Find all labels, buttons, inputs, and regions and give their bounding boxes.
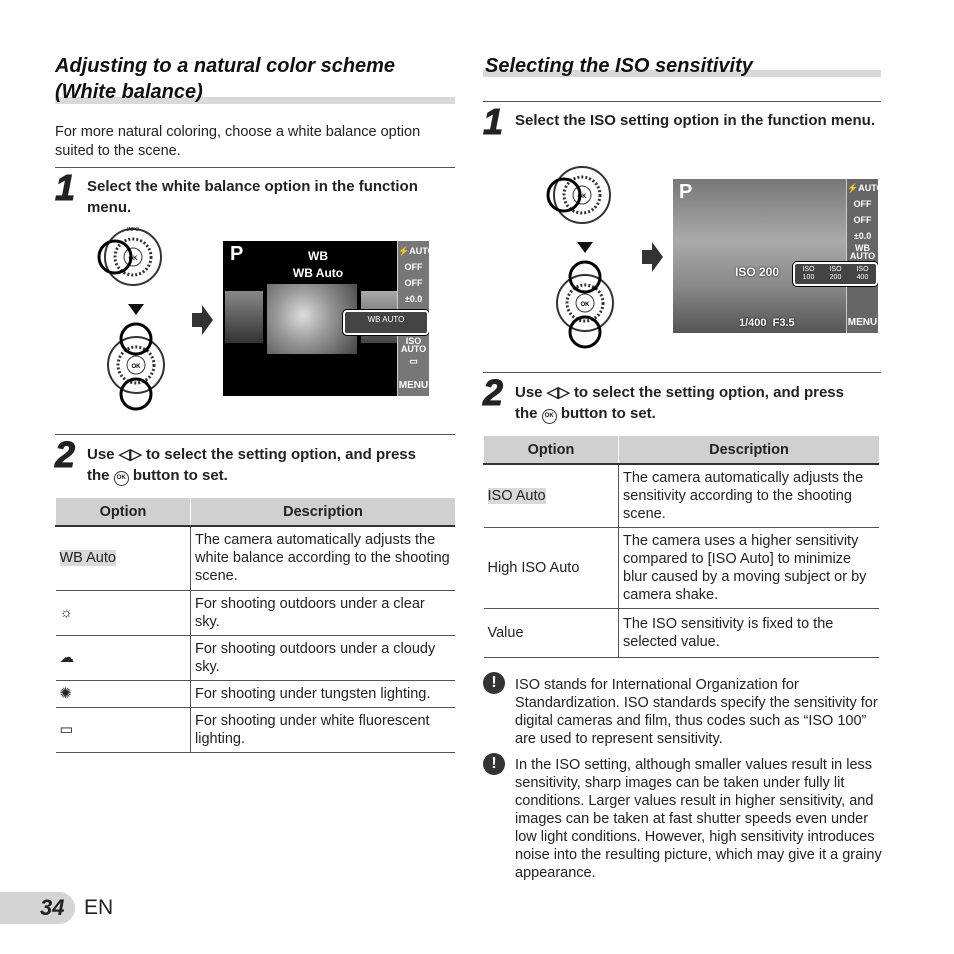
mode-indicator: P — [230, 243, 244, 265]
cloud-icon: ☁ — [55, 635, 191, 681]
step-number: 2 — [54, 434, 76, 475]
svg-text:OK: OK — [581, 302, 591, 308]
note-text: ISO stands for International Organizatio… — [515, 677, 878, 747]
step-text: Use ◁▷ to select the setting option, and… — [87, 446, 416, 486]
mode-indicator: P — [679, 181, 693, 203]
step-text: Use ◁▷ to select the setting option, and… — [515, 384, 844, 424]
divider — [55, 167, 455, 168]
page-number: 34 — [40, 895, 65, 920]
divider — [483, 372, 881, 373]
section-title-iso: Selecting the ISO sensitivity — [485, 55, 753, 77]
control-dial-illustration: OK OK — [546, 166, 614, 349]
iso-option-strip: ISO 100 ISO 200 ISO 400 — [792, 261, 878, 287]
arrow-right-icon — [642, 242, 663, 272]
note-text: In the ISO setting, although smaller val… — [515, 757, 882, 881]
option-iso-auto: ISO Auto — [487, 488, 546, 504]
step-text: Select the ISO setting option in the fun… — [515, 112, 876, 129]
intro-text: For more natural coloring, choose a whit… — [55, 124, 421, 159]
camera-screen-wb: P WBWB Auto ⚡AUTOOFFOFF±0.0ISO AUTO▭MENU… — [223, 241, 429, 396]
iso-options-table: Option Description ISO Auto The camera aut… — [483, 436, 879, 658]
iso-value-label: ISO 200 — [735, 265, 780, 279]
table-row: ✺ For shooting under tungsten lighting. — [55, 680, 455, 708]
sun-icon: ☼ — [55, 590, 191, 636]
step-text: Select the white balance option in the f… — [87, 178, 418, 216]
function-sidebar: ⚡AUTOOFFOFF±0.0WB AUTOMENU — [846, 179, 878, 333]
caution-icon: ! — [483, 672, 505, 694]
table-row: Value The ISO sensitivity is fixed to the… — [483, 608, 879, 658]
wb-option-strip: WB AUTO — [342, 309, 429, 336]
table-row: ISO Auto The camera automatically adjusts… — [483, 464, 879, 528]
caution-icon: ! — [483, 753, 505, 775]
wb-label: WB WB Auto — [292, 249, 344, 280]
step-number: 1 — [54, 167, 76, 208]
table-row: WB Auto The camera automatically adjusts … — [55, 526, 455, 591]
exposure-readout: 1/400 F3.5 — [739, 317, 795, 329]
ok-button-icon: OK — [541, 409, 557, 424]
arrow-right-icon — [192, 305, 213, 335]
column-header: Option — [55, 498, 191, 527]
fluorescent-icon: ▭ — [55, 707, 191, 753]
preview-thumb — [225, 291, 263, 343]
ok-button-icon: OK — [113, 471, 129, 486]
tungsten-icon: ✺ — [55, 680, 191, 708]
camera-screen-iso: P ISO 200 ⚡AUTOOFFOFF±0.0WB AUTOMENU ISO… — [673, 179, 878, 333]
table-row: ☁ For shooting outdoors under a cloudy sk… — [55, 635, 455, 681]
table-row: ▭ For shooting under white fluorescent li… — [55, 707, 455, 753]
svg-text:INFO: INFO — [127, 227, 139, 233]
option-wb-auto: WB Auto — [59, 550, 116, 567]
table-row: ☼ For shooting outdoors under a clear sky… — [55, 590, 455, 636]
section-title-white-balance: Adjusting to a natural color scheme (Whit… — [55, 55, 396, 103]
control-dial-illustration: OK INFO OK — [97, 227, 165, 411]
language-label: EN — [84, 896, 114, 919]
table-row: High ISO Auto The camera uses a higher se… — [483, 527, 879, 609]
column-header: Description — [190, 498, 455, 527]
divider — [483, 101, 881, 102]
column-header: Description — [618, 436, 879, 465]
wb-options-table: Option Description WB Auto The camera auto… — [55, 498, 455, 753]
divider — [55, 434, 455, 435]
svg-text:OK: OK — [132, 364, 142, 370]
step-number: 1 — [482, 101, 504, 142]
step-number: 2 — [482, 372, 504, 413]
column-header: Option — [483, 436, 619, 465]
